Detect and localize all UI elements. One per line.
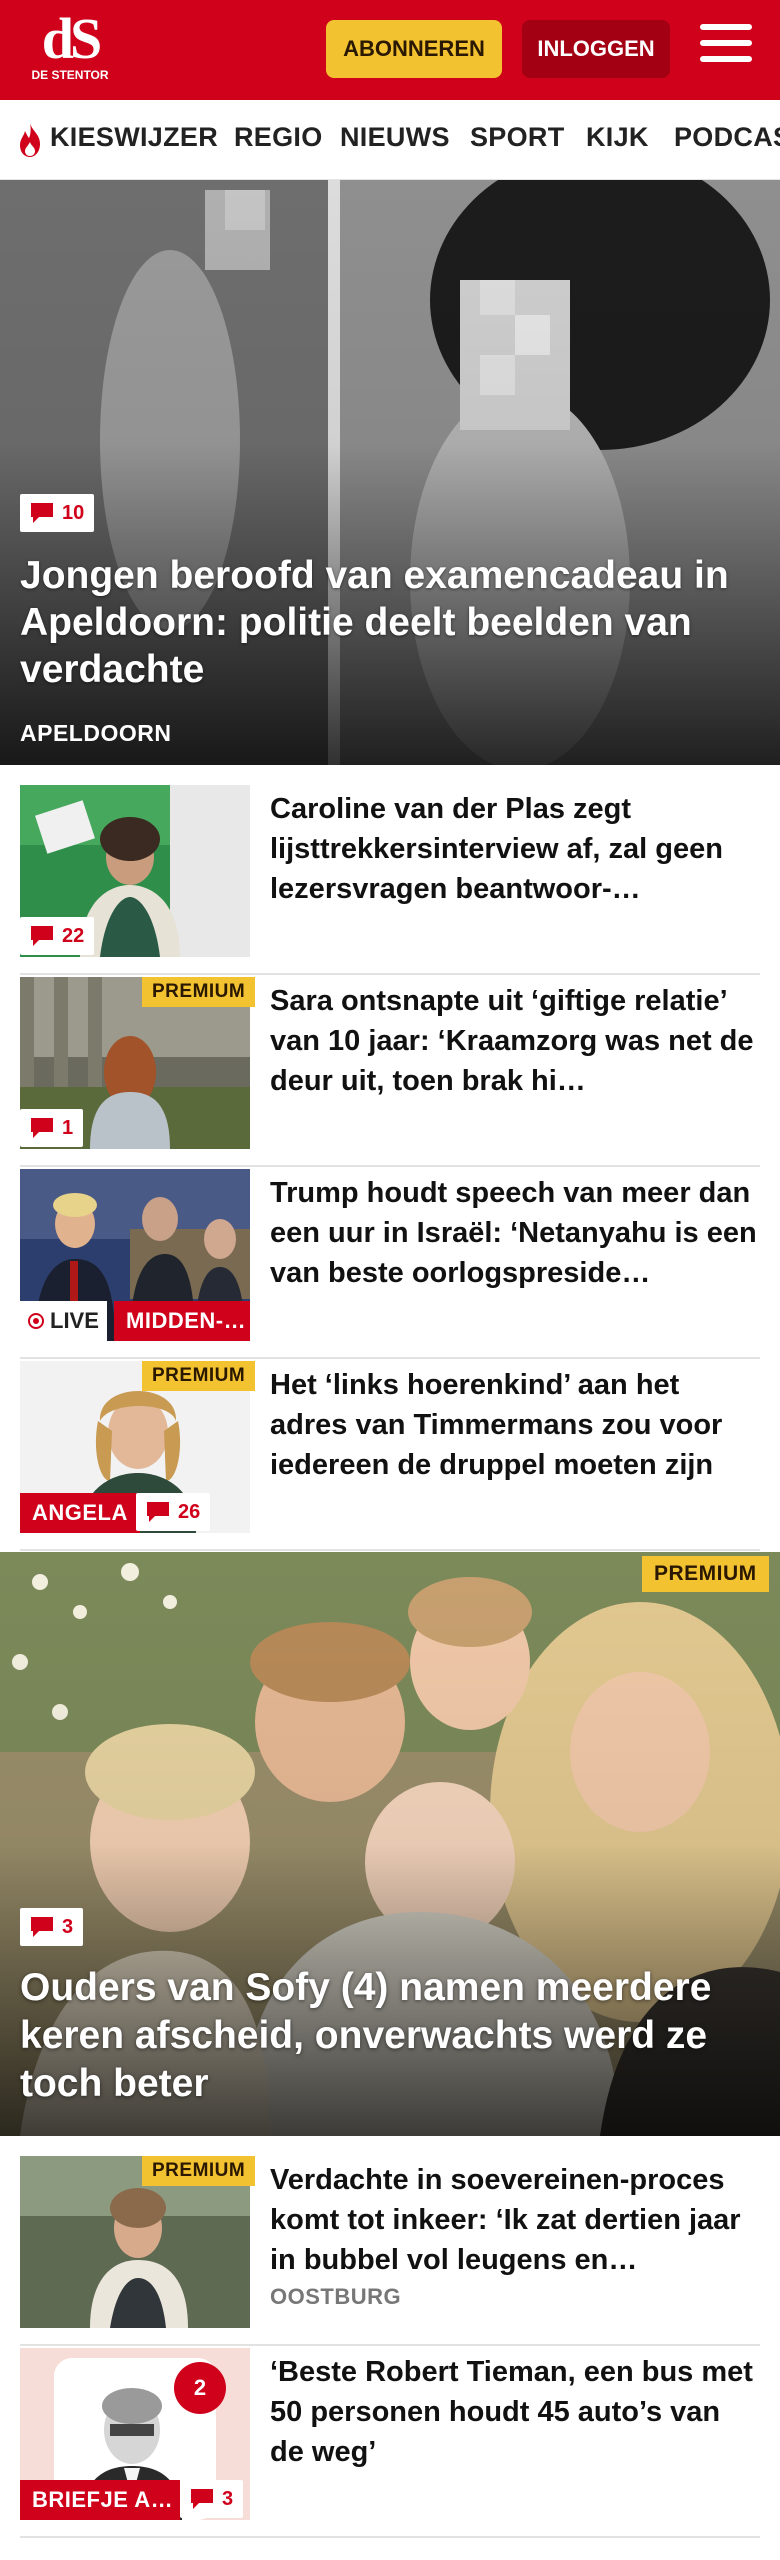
article-headline[interactable]: ‘Beste Robert Tieman, een bus met 50 per… <box>270 2352 760 2472</box>
premium-badge: PREMIUM <box>142 977 256 1007</box>
comment-count: 26 <box>178 1500 201 1523</box>
article-item[interactable]: 2 BRIEFJE A… 3 ‘Beste Robert Tieman, een… <box>20 2348 760 2538</box>
article-headline[interactable]: Trump houdt speech van meer dan een uur … <box>270 1173 760 1293</box>
site-header: dS DE STENTOR ABONNEREN INLOGGEN <box>0 0 780 100</box>
live-label: LIVE <box>50 1308 99 1333</box>
article-item[interactable]: PREMIUM 1 Sara ontsnapte uit ‘giftige re… <box>20 977 760 1167</box>
comment-count: 3 <box>62 1915 74 1938</box>
site-logo[interactable]: dS DE STENTOR <box>28 10 112 90</box>
premium-badge: PREMIUM <box>142 1361 256 1391</box>
article-location-tag: OOSTBURG <box>270 2284 402 2309</box>
hero-headline[interactable]: Jongen beroofd van examencadeau in Apeld… <box>20 552 765 693</box>
nav-item-regio[interactable]: REGIO <box>234 122 323 153</box>
flame-icon <box>20 123 40 157</box>
article-item[interactable]: PREMIUM ANGELA 26 Het ‘links hoerenkind’… <box>20 1361 760 1551</box>
featured-headline[interactable]: Ouders van Sofy (4) namen meerdere keren… <box>20 1964 765 2108</box>
premium-badge: PREMIUM <box>642 1556 769 1592</box>
hero-location-tag: APELDOORN <box>20 720 172 746</box>
article-item[interactable]: PREMIUM Verdachte in soevereinen-proces … <box>20 2156 760 2346</box>
section-tag: MIDDEN-… <box>114 1301 250 1341</box>
comment-count: 1 <box>62 1116 74 1139</box>
comment-icon <box>31 926 53 946</box>
comment-count: 10 <box>62 501 85 524</box>
nav-item-kieswijzer[interactable]: KIESWIJZER <box>50 122 218 153</box>
nav-item-kijk[interactable]: KIJK <box>586 122 649 153</box>
comment-icon <box>147 1502 169 1522</box>
article-headline[interactable]: Caroline van der Plas zegt lijsttrekkers… <box>270 789 760 909</box>
nav-item-sport[interactable]: SPORT <box>470 122 565 153</box>
article-item[interactable]: LIVE MIDDEN-… Trump houdt speech van mee… <box>20 1169 760 1359</box>
nav-item-nieuws[interactable]: NIEUWS <box>340 122 450 153</box>
section-tag: BRIEFJE A… <box>20 2480 180 2520</box>
comment-count-badge: 1 <box>20 1109 84 1147</box>
live-indicator-icon <box>28 1313 44 1329</box>
comment-icon <box>31 1118 53 1138</box>
notification-badge: 2 <box>174 2362 226 2414</box>
menu-icon[interactable] <box>700 24 752 72</box>
comment-count: 3 <box>222 2487 234 2510</box>
section-nav: KIESWIJZER REGIO NIEUWS SPORT KIJK PODCA… <box>0 100 780 180</box>
section-tag: ANGELA <box>20 1493 140 1533</box>
featured-article[interactable]: PREMIUM 3 Ouders van Sofy (4) namen meer… <box>0 1552 780 2136</box>
article-item[interactable]: 22 Caroline van der Plas zegt lijsttrekk… <box>20 785 760 975</box>
comment-count-badge: 26 <box>136 1493 211 1531</box>
comment-icon <box>31 503 53 523</box>
live-badge: LIVE <box>20 1301 107 1341</box>
comment-count-badge: 22 <box>20 917 95 955</box>
logo-subtitle: DE STENTOR <box>31 68 109 82</box>
logo-mark: dS <box>41 6 103 71</box>
comment-icon <box>31 1917 53 1937</box>
comment-icon <box>191 2489 213 2509</box>
article-headline[interactable]: Het ‘links hoerenkind’ aan het adres van… <box>270 1365 760 1485</box>
premium-badge: PREMIUM <box>142 2156 256 2186</box>
comment-count: 22 <box>62 924 85 947</box>
article-headline[interactable]: Sara ontsnapte uit ‘giftige relatie’ van… <box>270 981 760 1101</box>
login-button[interactable]: INLOGGEN <box>522 20 670 78</box>
comment-count-badge: 10 <box>20 494 95 532</box>
comment-count-badge: 3 <box>180 2480 244 2518</box>
comment-count-badge: 3 <box>20 1908 84 1946</box>
hero-article[interactable]: 10 Jongen beroofd van examencadeau in Ap… <box>0 180 780 765</box>
article-headline[interactable]: Verdachte in soevereinen-proces komt tot… <box>270 2160 760 2280</box>
nav-item-podcast[interactable]: PODCAS <box>674 122 780 153</box>
subscribe-button[interactable]: ABONNEREN <box>326 20 502 78</box>
